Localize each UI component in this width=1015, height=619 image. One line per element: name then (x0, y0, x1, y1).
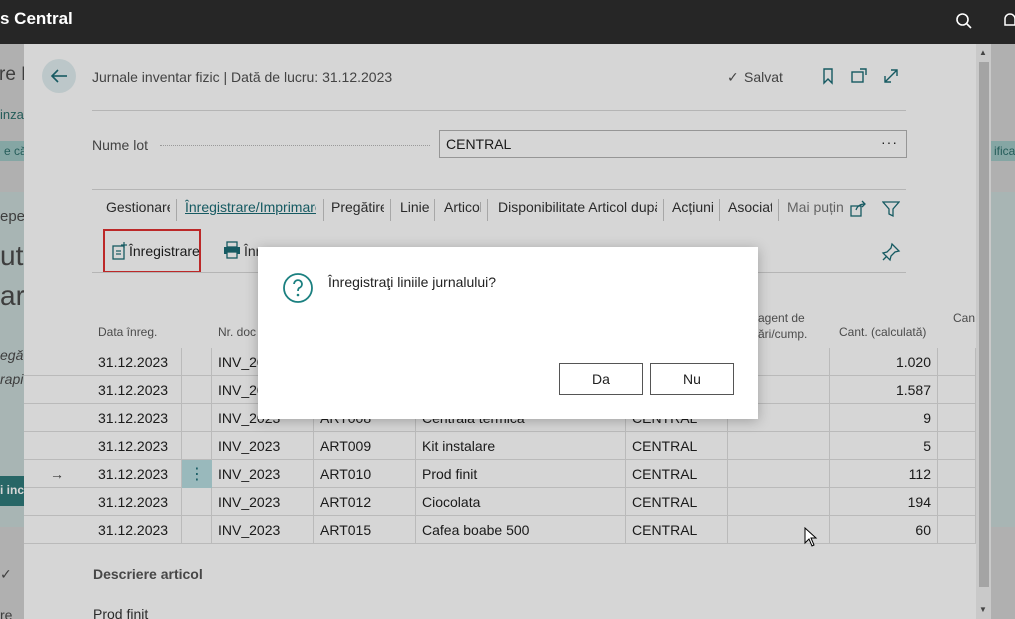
scrollbar-thumb[interactable] (979, 62, 989, 587)
no-button[interactable]: Nu (650, 363, 734, 395)
scroll-up-arrow[interactable]: ▲ (979, 48, 987, 57)
search-icon[interactable] (955, 12, 973, 30)
mouse-cursor-icon (804, 527, 818, 547)
bell-icon[interactable] (1003, 12, 1015, 30)
dialog-message: Înregistraţi liniile jurnalului? (328, 274, 497, 290)
scroll-down-arrow[interactable]: ▼ (979, 605, 987, 614)
app-bar: s Central (0, 0, 1015, 44)
question-icon (283, 273, 313, 303)
yes-button[interactable]: Da (559, 363, 643, 395)
app-title: s Central (0, 9, 73, 28)
confirm-dialog: Înregistraţi liniile jurnalului? Da Nu (258, 247, 758, 419)
